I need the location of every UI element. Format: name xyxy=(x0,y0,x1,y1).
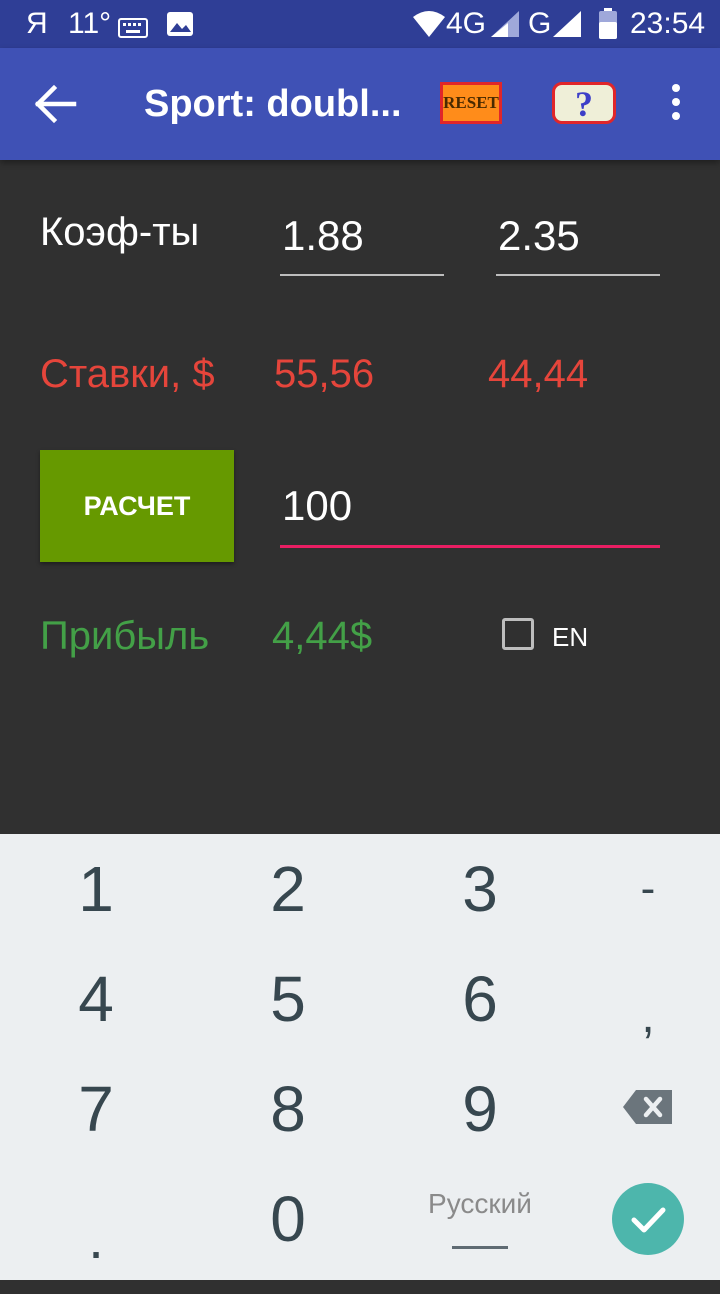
screen-title: Sport: doubl... xyxy=(144,83,402,125)
image-icon xyxy=(166,10,194,46)
key-9[interactable]: 9 xyxy=(390,1054,570,1164)
app-bar: Sport: doubl... RESET ? xyxy=(0,48,720,160)
status-bar: Я 11° 4G G 23:54 xyxy=(0,0,720,48)
profit-label: Прибыль xyxy=(40,614,210,658)
key-comma[interactable]: , xyxy=(558,962,720,1072)
help-button[interactable]: ? xyxy=(552,82,616,124)
odds-input-1[interactable]: 1.88 xyxy=(280,208,444,276)
keyboard-language-switch[interactable]: Русский xyxy=(390,1184,570,1224)
reset-button[interactable]: RESET xyxy=(440,82,502,124)
clock: 23:54 xyxy=(630,7,706,40)
battery-icon xyxy=(598,8,618,49)
key-minus[interactable]: - xyxy=(558,834,720,944)
done-checkmark-button[interactable] xyxy=(612,1183,684,1255)
keyboard-icon xyxy=(118,12,148,48)
odds-input-2[interactable]: 2.35 xyxy=(496,208,660,276)
stake-value-1: 55,56 xyxy=(274,352,375,396)
backspace-icon[interactable] xyxy=(622,1089,674,1130)
signal-icon-2 xyxy=(552,10,582,47)
key-dot[interactable]: . xyxy=(6,1184,186,1294)
en-checkbox-label[interactable]: EN xyxy=(552,620,588,654)
key-4[interactable]: 4 xyxy=(6,944,186,1054)
network-4g-label: 4G xyxy=(446,7,487,40)
weather-temperature: 11° xyxy=(68,7,112,40)
back-arrow-icon[interactable] xyxy=(34,84,78,124)
overflow-menu-icon[interactable] xyxy=(664,84,688,124)
key-3[interactable]: 3 xyxy=(390,834,570,944)
signal-icon xyxy=(490,10,520,47)
calculate-button[interactable]: РАСЧЕТ xyxy=(40,450,234,562)
profit-value: 4,44$ xyxy=(272,614,373,658)
stake-value-2: 44,44 xyxy=(488,352,589,396)
key-0[interactable]: 0 xyxy=(198,1164,378,1274)
en-checkbox[interactable] xyxy=(502,618,534,650)
network-g-label: G xyxy=(528,7,552,40)
checkmark-icon xyxy=(631,1207,666,1233)
key-2[interactable]: 2 xyxy=(198,834,378,944)
key-7[interactable]: 7 xyxy=(6,1054,186,1164)
amount-input[interactable]: 100 xyxy=(280,478,660,548)
key-8[interactable]: 8 xyxy=(198,1054,378,1164)
yandex-icon: Я xyxy=(26,7,48,40)
odds-label: Коэф-ты xyxy=(40,210,200,254)
language-indicator-bar xyxy=(452,1246,508,1249)
wifi-icon xyxy=(412,10,446,47)
key-6[interactable]: 6 xyxy=(390,944,570,1054)
key-5[interactable]: 5 xyxy=(198,944,378,1054)
key-1[interactable]: 1 xyxy=(6,834,186,944)
stakes-label: Ставки, $ xyxy=(40,352,215,396)
